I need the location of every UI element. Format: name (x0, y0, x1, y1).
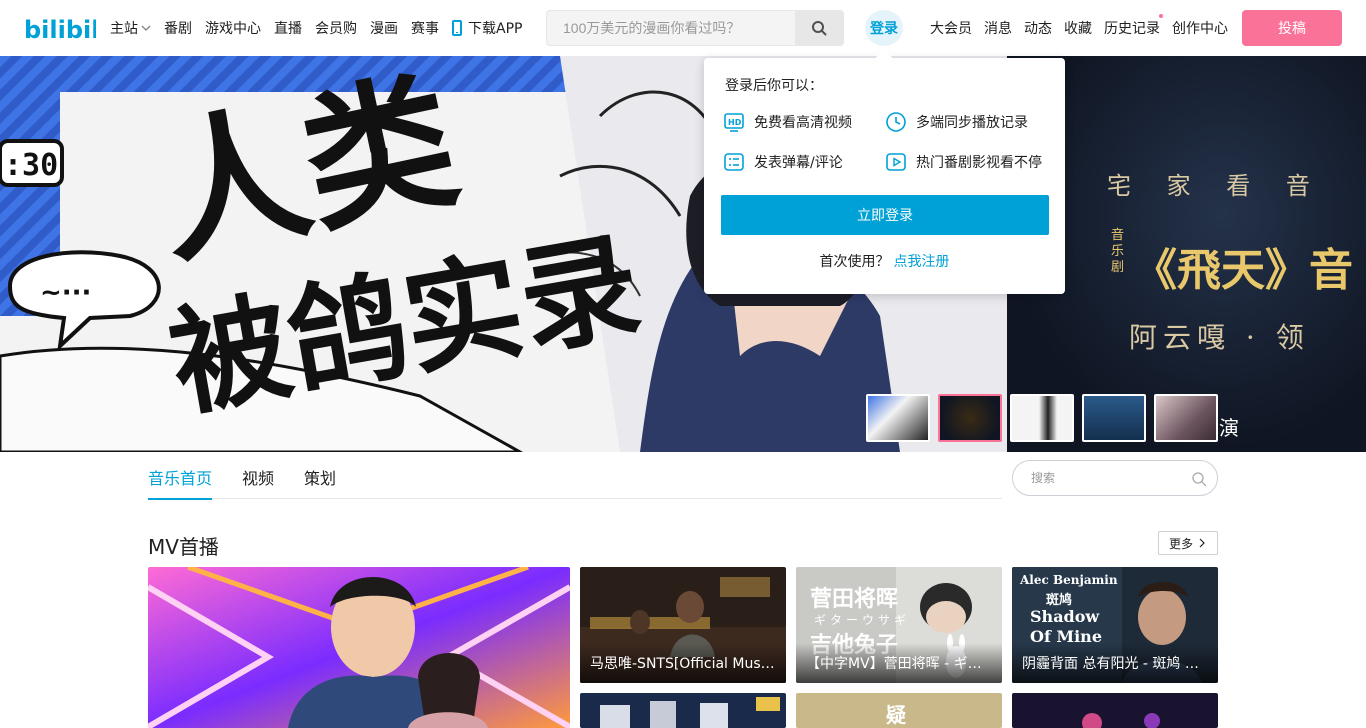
search-box (546, 10, 844, 46)
banner-side-line3: 阿云嘎 · 领 (1129, 321, 1310, 354)
mv-card-cover-text: 菅田将晖 (810, 587, 899, 612)
nav-dynamics[interactable]: 动态 (1024, 18, 1052, 38)
mv-card-row2[interactable] (580, 693, 786, 728)
banner-carousel[interactable]: :30 ~··· 人类 被鸽实录 宅 家 看 音 音乐剧 《飛天》音 阿云嘎 ·… (0, 56, 1366, 452)
nav-creator-center[interactable]: 创作中心 (1172, 18, 1228, 38)
notification-dot (1159, 14, 1163, 18)
svg-text:~···: ~··· (40, 278, 91, 308)
banner-thumb-3[interactable] (1010, 394, 1074, 442)
mv-card-featured-cover (148, 567, 570, 728)
search-icon (812, 21, 827, 36)
login-avatar-button[interactable]: 登录 (865, 10, 903, 46)
more-button[interactable]: 更多 (1158, 531, 1218, 555)
top-navbar: bilibili 主站 番剧 游戏中心 直播 会员购 漫画 赛事 下载APP 登… (0, 0, 1366, 56)
mv-card-caption: 阴霾背面 总有阳光 - 斑鸠 Alec Benjamin (1012, 643, 1218, 683)
upload-button[interactable]: 投稿 (1242, 10, 1342, 46)
search-input[interactable] (547, 11, 797, 45)
mv-card-row2[interactable] (1012, 693, 1218, 728)
music-search-input[interactable] (1031, 470, 1181, 486)
mv-card-title: 马思唯-SNTS[Official Music Video] (590, 656, 776, 672)
tab-music-home[interactable]: 音乐首页 (148, 456, 213, 500)
mv-card[interactable]: Alec Benjamin 斑鸠 Shadow Of Mine 阴霾背面 总有阳… (1012, 567, 1218, 683)
login-popup-title: 登录后你可以： (725, 78, 823, 94)
mv-card-row2[interactable]: 疑 (796, 693, 1002, 728)
phone-icon (452, 20, 462, 36)
banner-thumbnails (866, 394, 1226, 442)
nav-favorites[interactable]: 收藏 (1064, 18, 1092, 38)
nav-main-site[interactable]: 主站 (110, 18, 151, 38)
search-button[interactable] (795, 11, 843, 45)
nav-messages[interactable]: 消息 (984, 18, 1012, 38)
feature-sync-history-label: 多端同步播放记录 (916, 115, 1028, 131)
feature-hd-video: HD 免费看高清视频 (723, 111, 852, 133)
register-prompt: 首次使用？ 点我注册 (704, 251, 1065, 271)
mv-card-caption: 马思唯-SNTS[Official Music Video] (580, 643, 786, 683)
more-button-label: 更多 (1168, 536, 1193, 551)
search-icon[interactable] (1191, 471, 1207, 487)
banner-side-title: 《飛天》音 (1133, 245, 1353, 296)
login-now-button[interactable]: 立即登录 (721, 195, 1049, 235)
nav-history-label: 历史记录 (1104, 21, 1160, 37)
nav-manga[interactable]: 漫画 (370, 18, 398, 38)
svg-text:HD: HD (728, 118, 742, 127)
mv-card-title: 【中字MV】菅田将晖 - ギターウサギ (806, 656, 992, 672)
mv-card-cover-text: Alec Benjamin (1020, 573, 1118, 587)
mv-card[interactable]: 马思唯-SNTS[Official Music Video] (580, 567, 786, 683)
banner-side-badge: 音乐剧 (1111, 228, 1125, 275)
banner-side-line1: 宅 家 看 音 (1107, 172, 1324, 200)
nav-esports[interactable]: 赛事 (411, 18, 439, 38)
banner-thumb-4[interactable] (1082, 394, 1146, 442)
nav-anime[interactable]: 番剧 (164, 18, 192, 38)
mv-card-cover-text: 斑鸠 (1046, 593, 1073, 608)
banner-thumb-5[interactable] (1154, 394, 1218, 442)
register-prompt-text: 首次使用？ (819, 254, 890, 270)
section-title: MV首播 (148, 535, 219, 559)
feature-danmaku: 发表弹幕/评论 (723, 151, 843, 173)
music-search-box (1012, 460, 1218, 496)
download-app-label: 下载APP (468, 21, 523, 37)
banner-thumb-2[interactable] (938, 394, 1002, 442)
nav-main-site-label: 主站 (110, 21, 138, 37)
nav-live[interactable]: 直播 (274, 18, 302, 38)
hd-icon: HD (724, 113, 744, 132)
feature-danmaku-label: 发表弹幕/评论 (754, 155, 843, 171)
mv-card-cover (580, 693, 786, 728)
play-icon (886, 153, 906, 171)
register-link[interactable]: 点我注册 (894, 254, 950, 270)
nav-shop[interactable]: 会员购 (315, 18, 357, 38)
banner-thumb-1[interactable] (866, 394, 930, 442)
feature-sync-history: 多端同步播放记录 (885, 111, 1028, 133)
danmaku-icon (724, 153, 744, 171)
mv-card-cover-text: 疑 (886, 703, 906, 727)
chevron-down-icon (141, 25, 151, 31)
nav-download-app[interactable]: 下载APP (452, 18, 522, 38)
mv-card-cover (1012, 693, 1218, 728)
music-tabs: 音乐首页 视频 策划 (148, 456, 1002, 500)
bilibili-logo[interactable]: bilibili (24, 11, 96, 45)
mv-card[interactable]: 菅田将晖 ギターウサギ 吉他兔子 【中字MV】菅田将晖 - ギターウサギ (796, 567, 1002, 683)
svg-text:bilibili: bilibili (24, 16, 96, 44)
mv-card-cover-text: Shadow (1030, 607, 1100, 626)
feature-anime-movies-label: 热门番剧影视看不停 (916, 155, 1042, 171)
login-popup: 登录后你可以： HD 免费看高清视频 多端同步播放记录 发表弹幕/评论 热门番剧… (704, 49, 1065, 294)
clock-icon (886, 112, 906, 132)
feature-anime-movies: 热门番剧影视看不停 (885, 151, 1042, 173)
tab-videos[interactable]: 视频 (242, 456, 274, 499)
nav-history[interactable]: 历史记录 (1104, 14, 1163, 38)
nav-left: 主站 番剧 游戏中心 直播 会员购 漫画 赛事 下载APP (110, 0, 535, 56)
chevron-right-icon (1199, 538, 1205, 548)
tab-planning[interactable]: 策划 (304, 456, 336, 499)
mv-card-caption: 【中字MV】菅田将晖 - ギターウサギ (796, 643, 1002, 683)
mv-card-featured[interactable] (148, 567, 570, 728)
nav-game-center[interactable]: 游戏中心 (205, 18, 261, 38)
mv-card-title: 阴霾背面 总有阳光 - 斑鸠 Alec Benjamin (1022, 656, 1208, 672)
svg-text::30: :30 (4, 148, 58, 183)
nav-vip[interactable]: 大会员 (930, 18, 972, 38)
nav-right: 大会员 消息 动态 收藏 历史记录 创作中心 (930, 0, 1240, 56)
mv-card-cover-text: ギターウサギ (814, 613, 911, 627)
feature-hd-video-label: 免费看高清视频 (754, 115, 852, 131)
